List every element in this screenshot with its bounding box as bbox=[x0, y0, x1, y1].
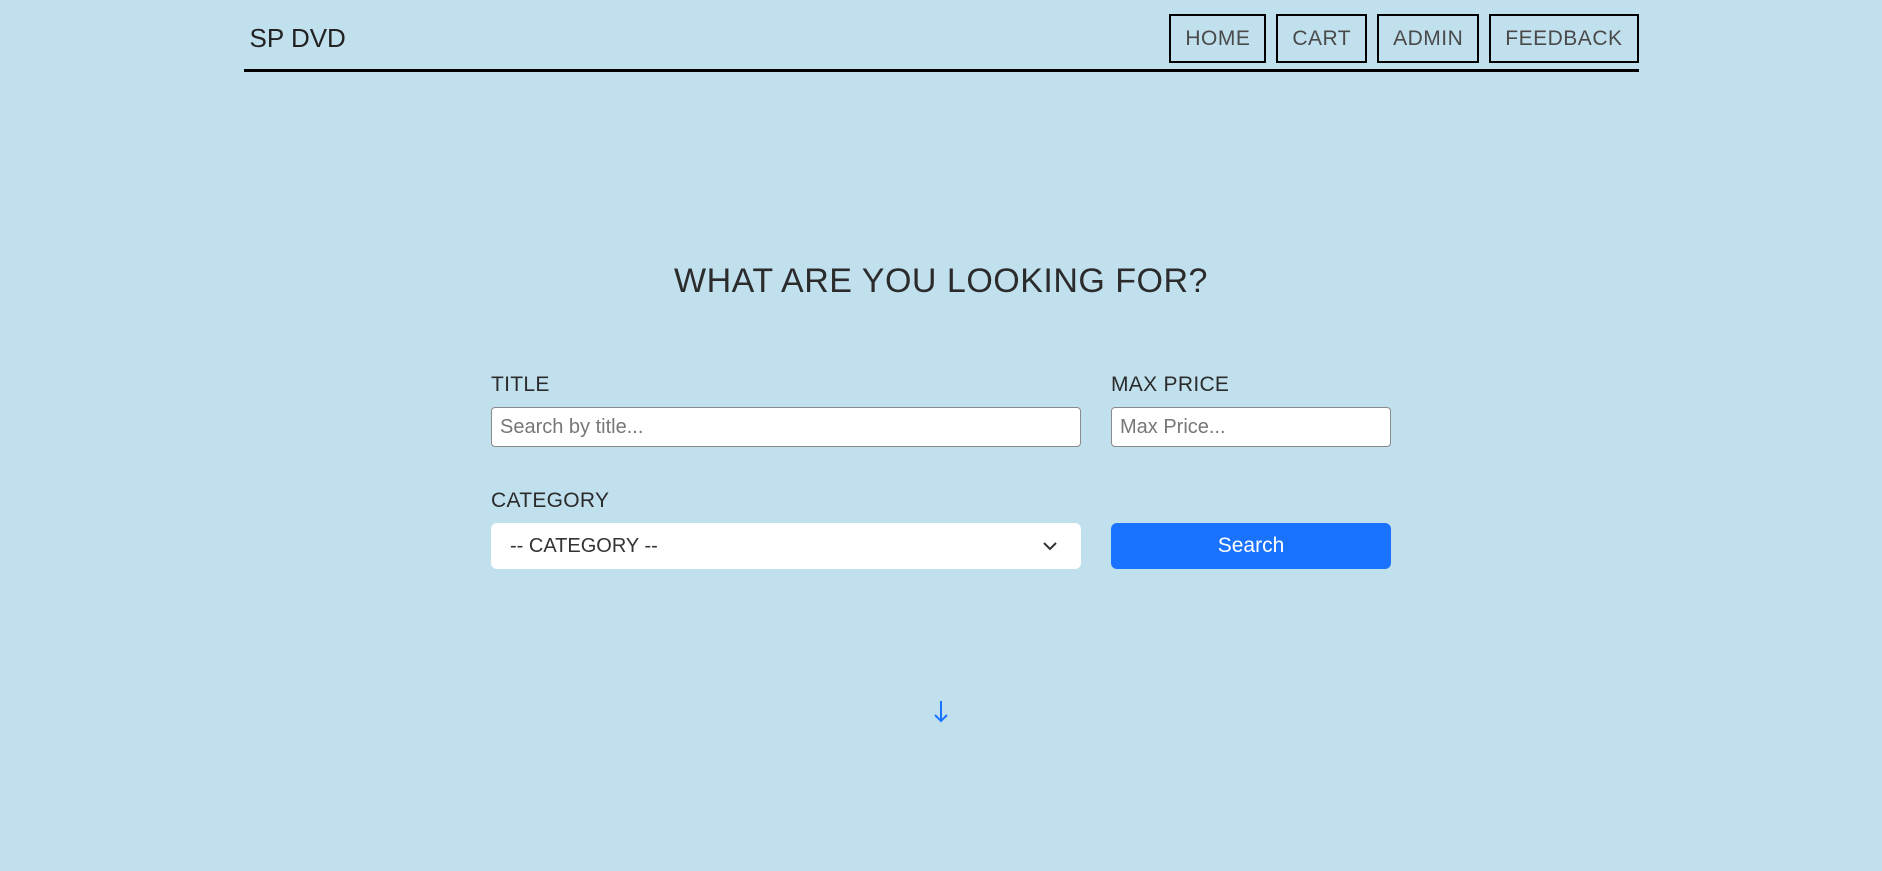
maxprice-input[interactable] bbox=[1111, 407, 1391, 447]
brand-title: SP DVD bbox=[244, 23, 346, 54]
nav-admin-button[interactable]: ADMIN bbox=[1377, 14, 1479, 63]
category-label: CATEGORY bbox=[491, 489, 1081, 513]
header: SP DVD HOME CART ADMIN FEEDBACK bbox=[244, 0, 1639, 72]
category-selected-value: -- CATEGORY -- bbox=[510, 535, 658, 558]
hero-heading: WHAT ARE YOU LOOKING FOR? bbox=[244, 262, 1639, 301]
maxprice-field-group: MAX PRICE bbox=[1111, 373, 1391, 447]
maxprice-label: MAX PRICE bbox=[1111, 373, 1391, 397]
chevron-down-icon bbox=[1042, 538, 1058, 554]
search-button[interactable]: Search bbox=[1111, 523, 1391, 569]
hero-section: WHAT ARE YOU LOOKING FOR? TITLE MAX PRIC… bbox=[244, 262, 1639, 730]
arrow-down-icon bbox=[931, 699, 951, 730]
main-nav: HOME CART ADMIN FEEDBACK bbox=[1169, 14, 1638, 63]
nav-home-button[interactable]: HOME bbox=[1169, 14, 1266, 63]
scroll-down-indicator[interactable] bbox=[244, 699, 1639, 730]
nav-cart-button[interactable]: CART bbox=[1276, 14, 1367, 63]
title-label: TITLE bbox=[491, 373, 1081, 397]
category-field-group: CATEGORY -- CATEGORY -- bbox=[491, 489, 1081, 569]
title-input[interactable] bbox=[491, 407, 1081, 447]
title-field-group: TITLE bbox=[491, 373, 1081, 447]
nav-feedback-button[interactable]: FEEDBACK bbox=[1489, 14, 1638, 63]
search-button-column: Search bbox=[1111, 489, 1391, 569]
category-select[interactable]: -- CATEGORY -- bbox=[491, 523, 1081, 569]
search-form: TITLE MAX PRICE CATEGORY -- CATEGORY -- … bbox=[491, 373, 1391, 569]
